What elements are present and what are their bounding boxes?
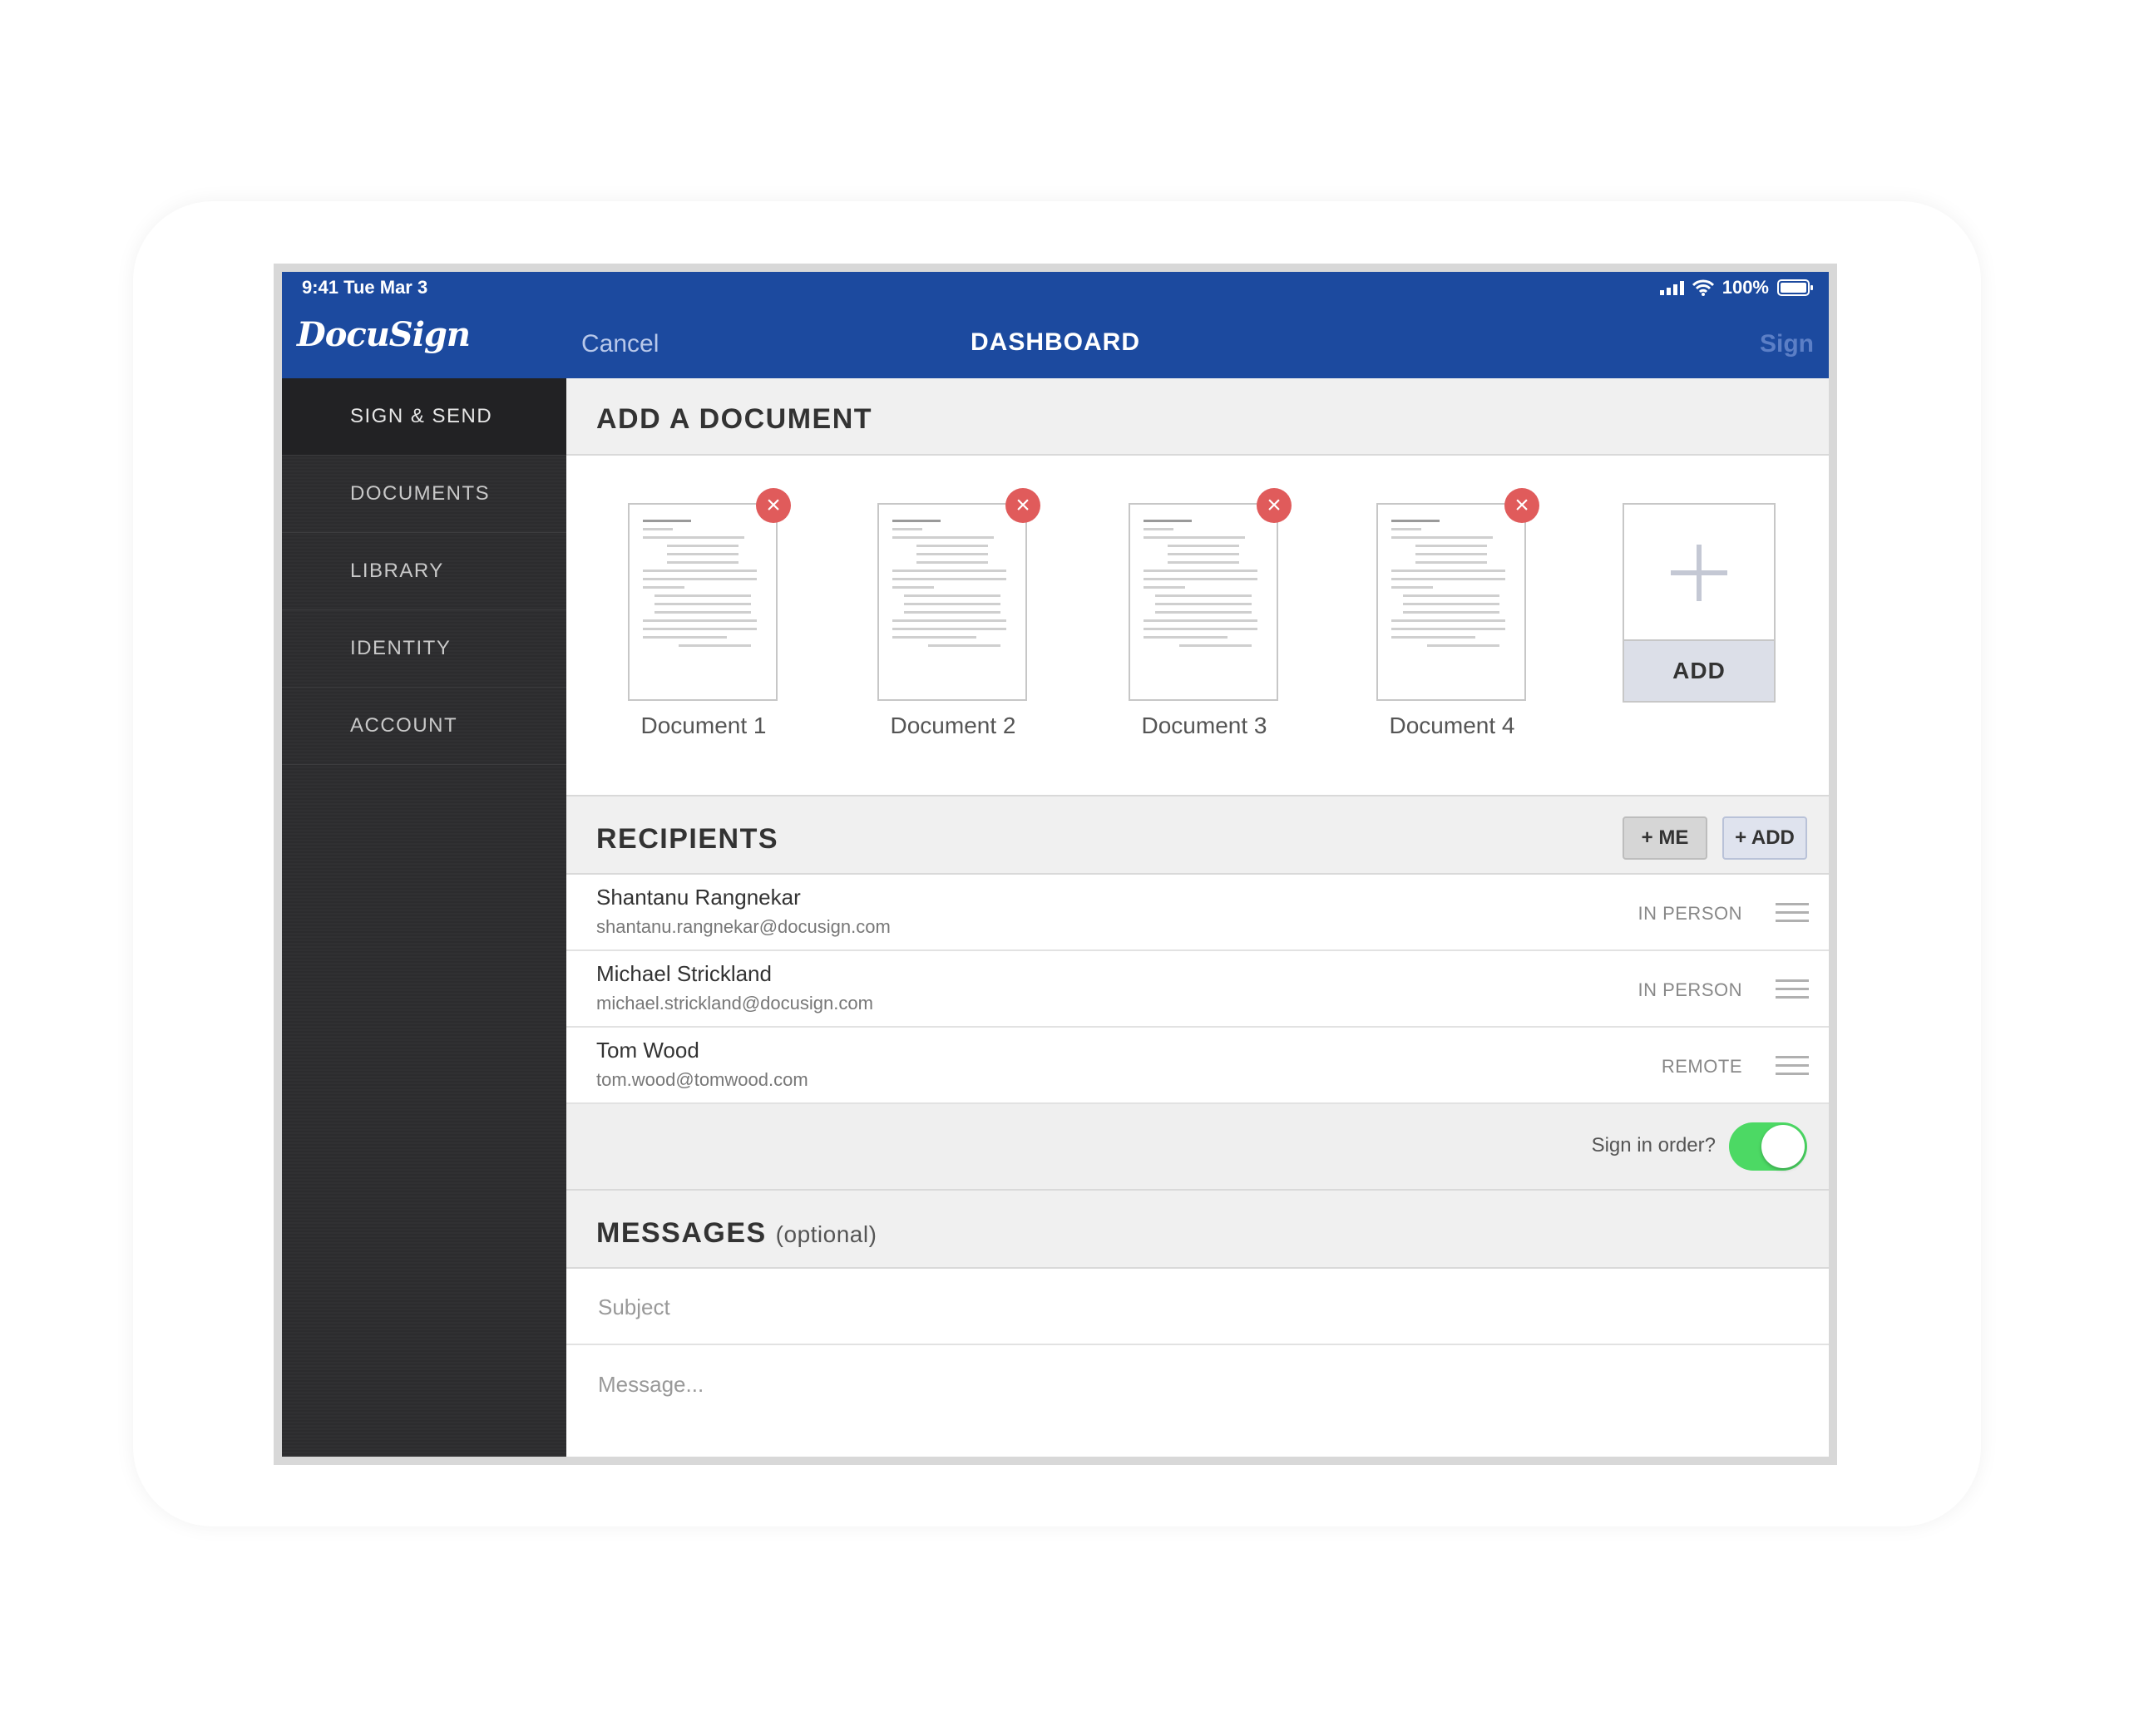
document-thumbnail[interactable]: × xyxy=(1129,488,1292,701)
sidebar-item-documents[interactable]: DOCUMENTS xyxy=(282,456,566,533)
plus-icon xyxy=(1624,505,1774,641)
document-thumbnail[interactable]: × xyxy=(1376,488,1539,701)
remove-document-icon[interactable]: × xyxy=(1257,488,1292,523)
recipient-name: Tom Wood xyxy=(596,1038,699,1063)
sidebar: SIGN & SEND DOCUMENTS LIBRARY IDENTITY A… xyxy=(282,378,566,1457)
recipient-type[interactable]: IN PERSON xyxy=(1638,903,1742,925)
subject-input[interactable] xyxy=(596,1294,1797,1321)
recipient-name: Shantanu Rangnekar xyxy=(596,885,801,910)
status-indicators: 100% xyxy=(1659,277,1814,298)
document-card[interactable]: × Document 2 xyxy=(877,488,1040,739)
recipient-email: tom.wood@tomwood.com xyxy=(596,1069,808,1090)
document-card[interactable]: × Document 3 xyxy=(1129,488,1292,739)
document-label: Document 1 xyxy=(640,713,767,738)
add-document-label: ADD xyxy=(1624,639,1774,701)
messages-header: MESSAGES (optional) xyxy=(566,1191,1829,1269)
document-thumbnail[interactable]: × xyxy=(877,488,1040,701)
messages-title: MESSAGES (optional) xyxy=(596,1217,877,1250)
top-bar: 9:41 Tue Mar 3 100% DocuSign Cancel DASH… xyxy=(282,272,1829,378)
message-input[interactable] xyxy=(596,1370,1797,1448)
subject-field[interactable] xyxy=(566,1269,1829,1345)
messages-optional: (optional) xyxy=(775,1221,877,1247)
remove-document-icon[interactable]: × xyxy=(1504,488,1539,523)
recipient-row[interactable]: Shantanu Rangnekar shantanu.rangnekar@do… xyxy=(566,875,1829,951)
sign-in-order-toggle[interactable] xyxy=(1729,1122,1807,1171)
sidebar-item-label: LIBRARY xyxy=(350,560,444,582)
recipients-header: RECIPIENTS + ME + ADD xyxy=(566,796,1829,875)
add-me-button[interactable]: + ME xyxy=(1623,816,1707,860)
drag-handle-icon[interactable] xyxy=(1776,1056,1809,1081)
battery-percent: 100% xyxy=(1721,277,1769,298)
drag-handle-icon[interactable] xyxy=(1776,979,1809,1004)
recipient-email: michael.strickland@docusign.com xyxy=(596,993,873,1013)
document-card[interactable]: × Document 4 xyxy=(1376,488,1539,739)
document-label: Document 3 xyxy=(1141,713,1267,738)
sidebar-item-account[interactable]: ACCOUNT xyxy=(282,688,566,765)
remove-document-icon[interactable]: × xyxy=(756,488,791,523)
wifi-icon xyxy=(1692,279,1714,296)
sign-button[interactable]: Sign xyxy=(1760,330,1814,358)
sign-in-order-label: Sign in order? xyxy=(1591,1134,1716,1157)
drag-handle-icon[interactable] xyxy=(1776,903,1809,928)
recipient-type[interactable]: REMOTE xyxy=(1662,1056,1742,1078)
recipient-row[interactable]: Michael Strickland michael.strickland@do… xyxy=(566,951,1829,1028)
documents-area: × Document 1 × Document 2 × Document 3 ×… xyxy=(566,456,1829,796)
page-title: DASHBOARD xyxy=(971,328,1140,356)
sidebar-item-library[interactable]: LIBRARY xyxy=(282,533,566,610)
status-time: 9:41 Tue Mar 3 xyxy=(302,277,428,298)
recipients-title: RECIPIENTS xyxy=(596,823,779,855)
add-document-header: ADD A DOCUMENT xyxy=(566,378,1829,456)
sign-in-order-bar: Sign in order? xyxy=(566,1104,1829,1191)
document-label: Document 4 xyxy=(1389,713,1515,738)
add-recipient-button[interactable]: + ADD xyxy=(1722,816,1807,860)
remove-document-icon[interactable]: × xyxy=(1005,488,1040,523)
message-field[interactable] xyxy=(566,1345,1829,1457)
document-label: Document 2 xyxy=(890,713,1016,738)
sidebar-item-sign-send[interactable]: SIGN & SEND xyxy=(282,378,566,456)
sidebar-item-identity[interactable]: IDENTITY xyxy=(282,610,566,688)
recipient-type[interactable]: IN PERSON xyxy=(1638,979,1742,1001)
sidebar-item-label: ACCOUNT xyxy=(350,714,458,737)
recipient-name: Michael Strickland xyxy=(596,961,772,986)
sidebar-item-label: DOCUMENTS xyxy=(350,482,491,505)
app-screen: 9:41 Tue Mar 3 100% DocuSign Cancel DASH… xyxy=(282,272,1829,1457)
recipient-row[interactable]: Tom Wood tom.wood@tomwood.com REMOTE xyxy=(566,1028,1829,1104)
document-thumbnail[interactable]: × xyxy=(628,488,791,701)
toggle-knob xyxy=(1761,1125,1805,1168)
battery-icon xyxy=(1777,279,1814,297)
add-document-title: ADD A DOCUMENT xyxy=(596,403,873,435)
add-document-button[interactable]: ADD xyxy=(1623,503,1776,703)
sidebar-item-label: IDENTITY xyxy=(350,637,452,659)
messages-title-text: MESSAGES xyxy=(596,1217,767,1249)
recipient-email: shantanu.rangnekar@docusign.com xyxy=(596,916,891,937)
document-card[interactable]: × Document 1 xyxy=(628,488,791,739)
sidebar-item-label: SIGN & SEND xyxy=(350,405,493,427)
cellular-signal-icon xyxy=(1659,280,1684,295)
main-content: ADD A DOCUMENT × Document 1 × Document 2 xyxy=(566,378,1829,1457)
